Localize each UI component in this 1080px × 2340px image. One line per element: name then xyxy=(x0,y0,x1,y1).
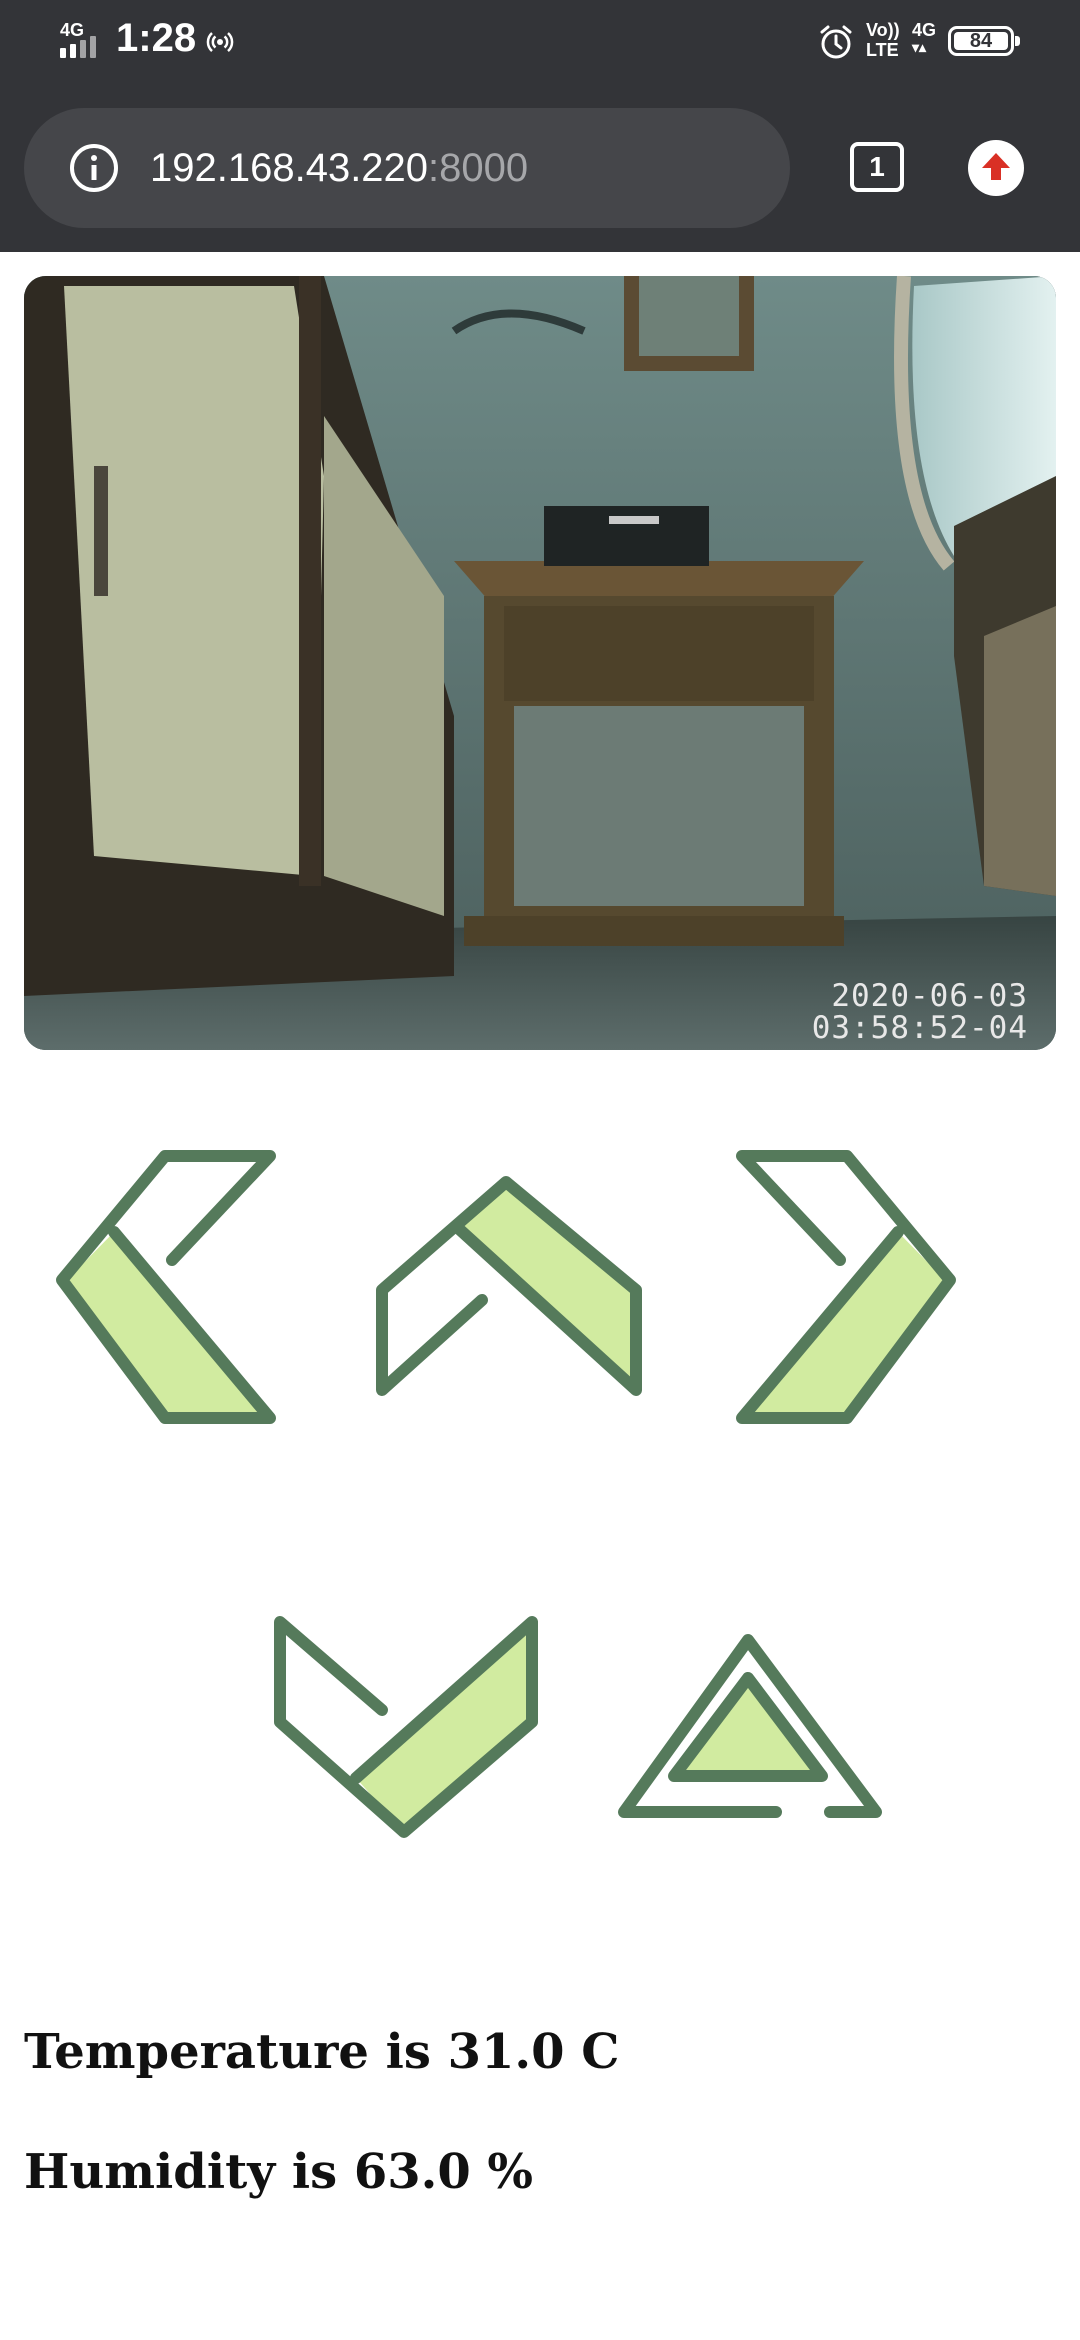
hotspot-icon xyxy=(200,22,240,62)
update-button[interactable] xyxy=(968,140,1024,196)
network-type: 4G xyxy=(60,20,85,40)
signal-icon: 4G xyxy=(58,20,104,60)
net-4g-indicator: 4G ▾▴ xyxy=(912,20,937,55)
stop-button[interactable] xyxy=(612,1628,892,1828)
stop-triangle-icon xyxy=(618,1634,882,1818)
battery-level: 84 xyxy=(969,30,993,52)
left-arrow-icon xyxy=(56,1150,276,1424)
volte-indicator: Vo)) LTE xyxy=(866,20,900,60)
backward-arrow-icon xyxy=(274,1616,538,1838)
forward-button[interactable] xyxy=(368,1168,648,1408)
clock: 1:28 xyxy=(116,16,197,60)
humidity-reading: Humidity is 63.0 % xyxy=(24,2144,534,2200)
forward-arrow-icon xyxy=(376,1176,642,1396)
left-button[interactable] xyxy=(52,1148,282,1428)
status-bar: 4G 1:28 Vo)) LTE 4G ▾▴ 84 xyxy=(0,0,1080,84)
battery-icon: 84 xyxy=(948,26,1020,56)
update-icon xyxy=(982,153,1010,180)
alarm-icon xyxy=(816,22,856,62)
camera-timestamp: 2020-06-03 03:58:52-04 xyxy=(811,978,1028,1046)
right-arrow-icon xyxy=(736,1150,956,1424)
tab-switcher-button[interactable]: 1 xyxy=(850,142,904,192)
temperature-reading: Temperature is 31.0 C xyxy=(24,2024,620,2080)
right-button[interactable] xyxy=(730,1148,960,1428)
info-icon[interactable] xyxy=(68,142,120,194)
url-host: 192.168.43.220 xyxy=(150,146,429,190)
backward-button[interactable] xyxy=(268,1610,548,1850)
url-port: :8000 xyxy=(428,146,529,190)
address-bar[interactable]: 192.168.43.220:8000 xyxy=(24,108,790,228)
url-text[interactable]: 192.168.43.220:8000 xyxy=(150,142,528,194)
browser-toolbar: 192.168.43.220:8000 1 xyxy=(0,84,1080,252)
camera-feed: 2020-06-03 03:58:52-04 xyxy=(24,276,1056,1050)
